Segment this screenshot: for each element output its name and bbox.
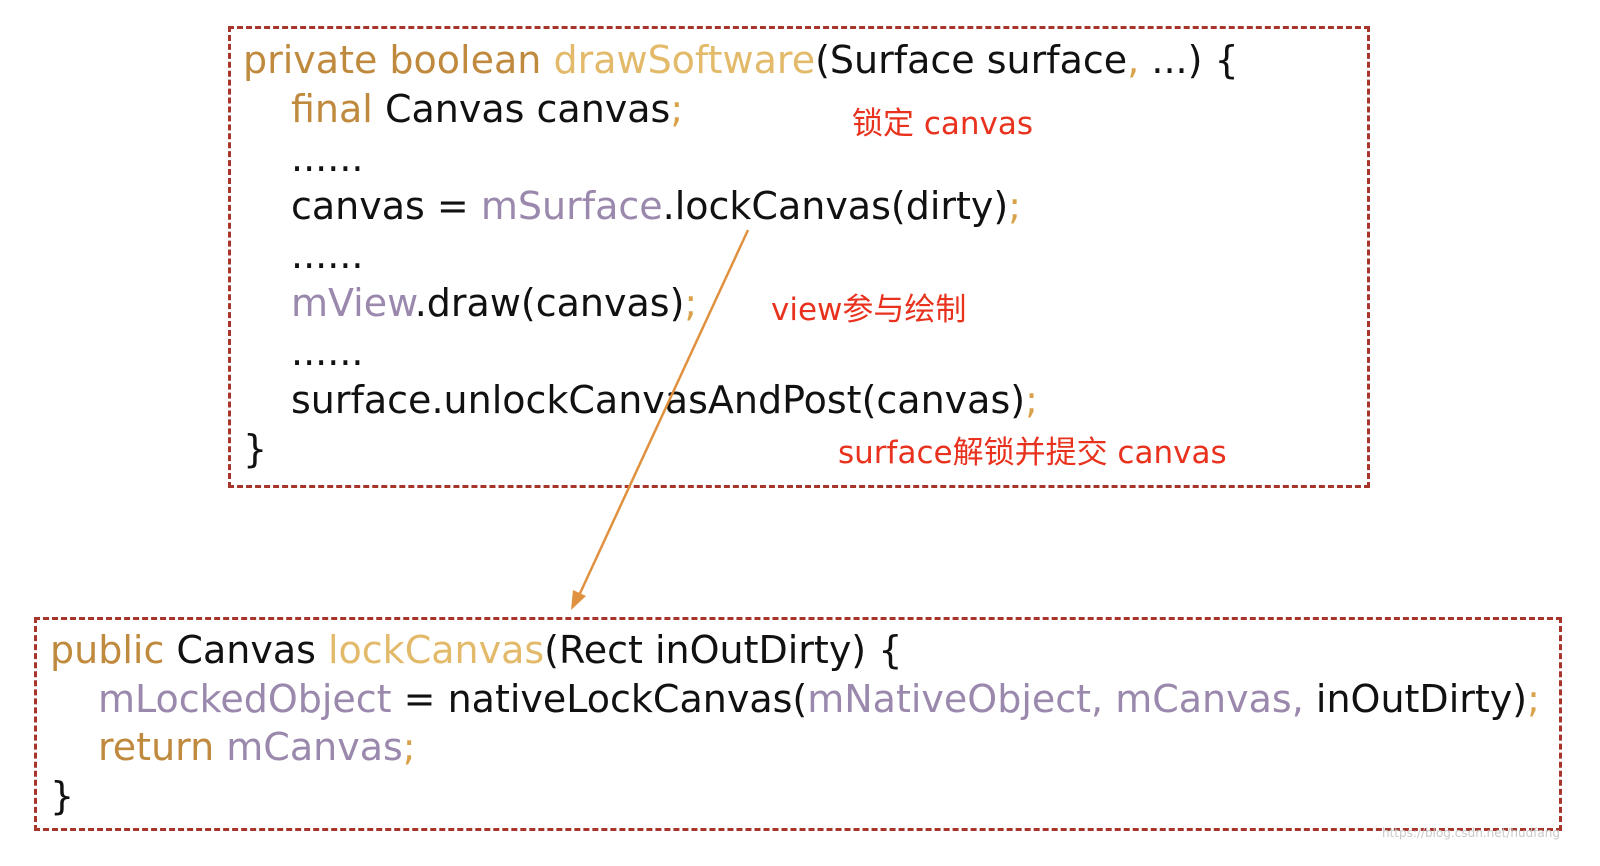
keyword: public xyxy=(50,628,165,672)
field-name: mLockedObject xyxy=(98,677,392,721)
annotation-lock-canvas: 锁定 canvas xyxy=(852,106,1034,142)
punctuation: , xyxy=(1127,38,1140,82)
field-name: mView xyxy=(291,281,415,325)
semicolon: ; xyxy=(670,87,684,131)
argument: inOutDirty) xyxy=(1303,677,1528,721)
assignment: = nativeLockCanvas( xyxy=(391,677,808,721)
keyword: return xyxy=(98,725,215,769)
declaration: Canvas canvas xyxy=(372,87,671,131)
code-line-ellipsis: ...... xyxy=(291,134,363,182)
semicolon: ; xyxy=(684,281,698,325)
code-line-canvas-declaration: final Canvas canvas; xyxy=(291,85,683,133)
parameters: (Rect inOutDirty) { xyxy=(544,628,903,672)
semicolon: ; xyxy=(1025,378,1038,422)
arrow-head-icon xyxy=(571,590,586,610)
semicolon: ; xyxy=(1527,677,1540,721)
method-name: drawSoftware xyxy=(553,38,816,82)
ellipsis: ...... xyxy=(291,233,364,277)
watermark: https://blog.csdn.net/hudfang xyxy=(1382,826,1560,840)
code-line-closing-brace: } xyxy=(50,772,74,820)
field-name: mNativeObject xyxy=(807,677,1092,721)
field-name: mSurface xyxy=(480,184,663,228)
punctuation: , xyxy=(1091,677,1104,721)
code-line-lockcanvas-call: canvas = mSurface.lockCanvas(dirty); xyxy=(291,182,1021,230)
code-line-return: return mCanvas; xyxy=(98,723,416,771)
code-line-lockcanvas-signature: public Canvas lockCanvas(Rect inOutDirty… xyxy=(50,626,902,674)
code-line-drawsoftware-signature: private boolean drawSoftware(Surface sur… xyxy=(243,36,1239,84)
method-call: .draw(canvas) xyxy=(414,281,685,325)
method-call: surface.unlockCanvasAndPost(canvas) xyxy=(291,378,1026,422)
field-name: mCanvas xyxy=(1103,677,1292,721)
punctuation: , xyxy=(1291,677,1304,721)
code-line-unlock-call: surface.unlockCanvasAndPost(canvas); xyxy=(291,376,1038,424)
closing-brace: } xyxy=(243,427,268,471)
return-type: Canvas xyxy=(164,628,328,672)
code-line-closing-brace: } xyxy=(243,425,267,473)
method-call: .lockCanvas(dirty) xyxy=(662,184,1009,228)
ellipsis: ...... xyxy=(291,136,364,180)
semicolon: ; xyxy=(1008,184,1022,228)
annotation-view-draw: view参与绘制 xyxy=(771,292,967,328)
code-line-ellipsis: ...... xyxy=(291,231,363,279)
code-line-ellipsis: ...... xyxy=(291,328,363,376)
code-line-native-lock: mLockedObject = nativeLockCanvas(mNative… xyxy=(98,675,1540,723)
annotation-unlock-post: surface解锁并提交 canvas xyxy=(838,435,1227,471)
parameters-rest: ...) { xyxy=(1139,38,1239,82)
closing-brace: } xyxy=(50,774,75,818)
keyword: final xyxy=(291,87,373,131)
semicolon: ; xyxy=(402,725,416,769)
parameters: (Surface surface xyxy=(815,38,1128,82)
method-name: lockCanvas xyxy=(327,628,545,672)
ellipsis: ...... xyxy=(291,330,364,374)
code-line-draw-call: mView.draw(canvas); xyxy=(291,279,697,327)
assignment: canvas = xyxy=(291,184,481,228)
field-name: mCanvas xyxy=(214,725,403,769)
keyword: private boolean xyxy=(243,38,554,82)
